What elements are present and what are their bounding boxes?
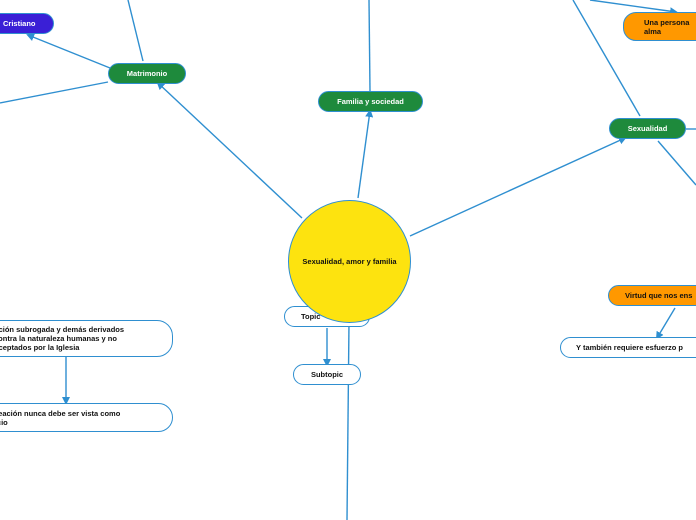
edge-sexualidad-downright xyxy=(657,140,696,186)
topic-matrimonio[interactable]: Matrimonio xyxy=(108,63,186,84)
subtopic-virtud[interactable]: Virtud que nos ens xyxy=(608,285,696,306)
subtopic-cristiano-label: Cristiano xyxy=(3,19,36,28)
subtopic-virtud-label: Virtud que nos ens xyxy=(625,291,693,300)
edge-matrimonio-left xyxy=(0,81,109,104)
subtopic-cristiano[interactable]: Cristiano xyxy=(0,13,54,34)
topic-familia-y-sociedad[interactable]: Familia y sociedad xyxy=(318,91,423,112)
topic-matrimonio-label: Matrimonio xyxy=(126,69,168,78)
edge-central-sexualidad xyxy=(409,136,627,237)
edge-virtud-tambien xyxy=(655,307,676,340)
subtopic-procreacion-label: procreación nunca debe ser vista como ne… xyxy=(0,408,121,427)
subtopic-y-tambien[interactable]: Y también requiere esfuerzo p xyxy=(560,337,696,358)
subtopic-una-persona[interactable]: Una persona alma xyxy=(623,12,696,41)
subtopic-gestacion[interactable]: gestación subrogada y demás derivados va… xyxy=(0,320,173,357)
edge-central-matrimonio xyxy=(156,81,303,219)
edge-central-familia xyxy=(357,109,374,199)
topic-familia-label: Familia y sociedad xyxy=(337,97,404,106)
mind-map-canvas[interactable]: Matrimonio Familia y sociedad Sexualidad… xyxy=(0,0,696,520)
subtopic-placeholder-label: Subtopic xyxy=(310,370,344,379)
edge-vertical-down xyxy=(346,321,350,520)
subtopic-placeholder[interactable]: Subtopic xyxy=(293,364,361,385)
edge-familia-up xyxy=(368,0,371,92)
subtopic-procreacion[interactable]: procreación nunca debe ser vista como ne… xyxy=(0,403,173,432)
central-topic-label: Sexualidad, amor y familia xyxy=(302,257,397,266)
subtopic-gestacion-label: gestación subrogada y demás derivados va… xyxy=(0,325,125,352)
edge-matrimonio-up xyxy=(127,0,144,62)
topic-sexualidad-label: Sexualidad xyxy=(627,124,668,133)
subtopic-y-tambien-label: Y también requiere esfuerzo p xyxy=(576,343,683,352)
subtopic-una-persona-label: Una persona alma xyxy=(644,17,690,36)
edge-matrimonio-cristiano xyxy=(26,33,111,69)
topic-sexualidad[interactable]: Sexualidad xyxy=(609,118,686,139)
central-topic[interactable]: Sexualidad, amor y familia xyxy=(288,200,411,323)
edge-una-persona xyxy=(589,0,678,16)
